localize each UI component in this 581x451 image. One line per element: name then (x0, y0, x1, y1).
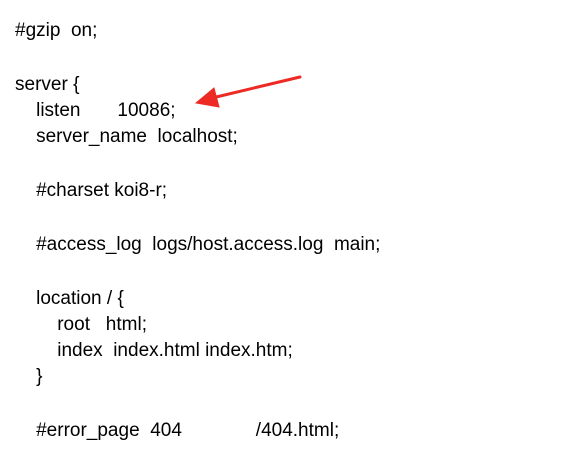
code-line-server-name: server_name localhost; (15, 126, 238, 147)
code-line-server-open: server { (15, 74, 80, 95)
code-line-index: index index.html index.htm; (15, 340, 293, 361)
code-view: #gzip on; server { listen 10086; server_… (0, 0, 581, 451)
code-line-root: root html; (15, 314, 147, 335)
code-line-access-log: #access_log logs/host.access.log main; (15, 234, 381, 255)
code-line-gzip: #gzip on; (15, 20, 98, 41)
code-line-location-close: } (15, 366, 43, 387)
code-line-error-page: #error_page 404 /404.html; (15, 420, 340, 441)
code-line-listen: listen 10086; (15, 100, 176, 121)
code-line-charset: #charset koi8-r; (15, 180, 168, 201)
code-line-location-open: location / { (15, 288, 124, 309)
